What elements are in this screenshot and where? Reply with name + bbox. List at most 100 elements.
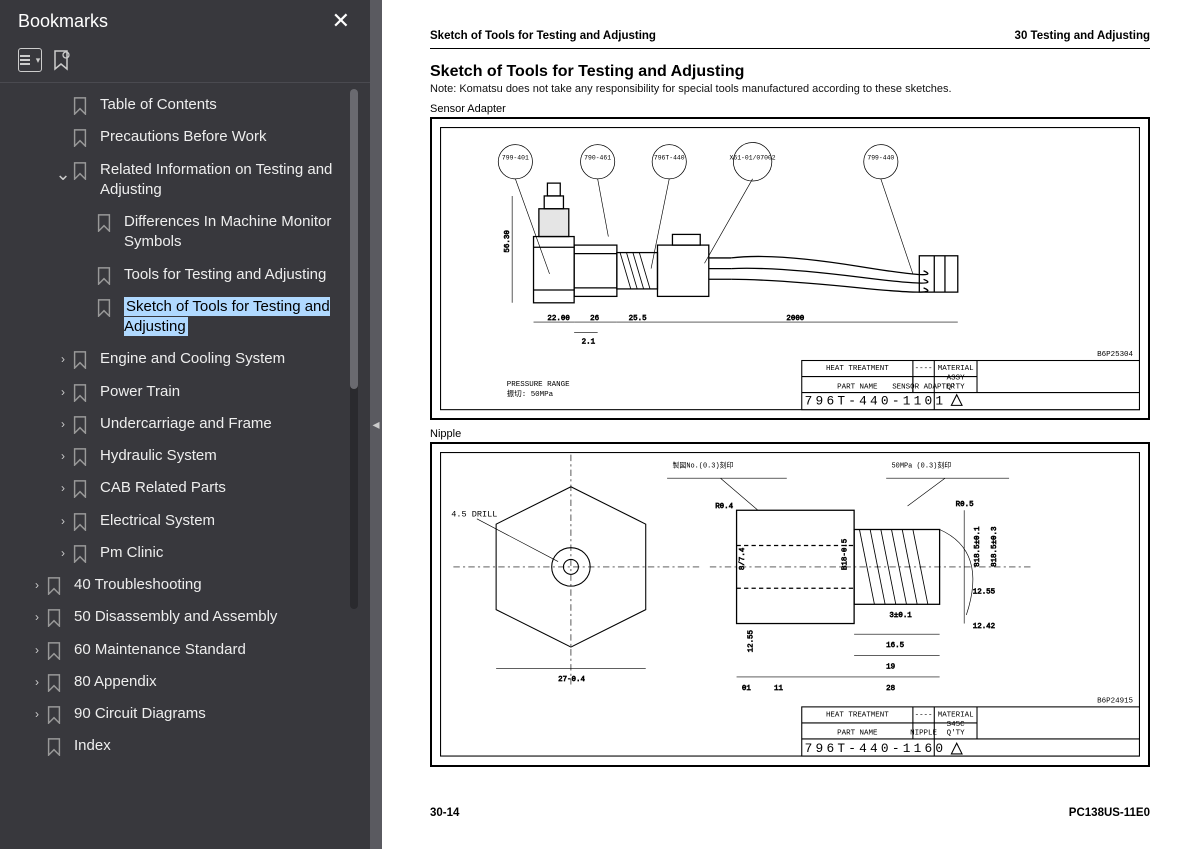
svg-text:818.5±0.1: 818.5±0.1 [974,526,982,567]
bookmark-icon [96,214,114,232]
scrollbar-thumb[interactable] [350,89,358,389]
bookmark-item[interactable]: Sketch of Tools for Testing and Adjustin… [0,291,370,344]
svg-text:19: 19 [886,664,895,672]
svg-text:16.5: 16.5 [886,642,904,650]
svg-text:27-0.4: 27-0.4 [558,676,585,684]
svg-text:796T-440-1160: 796T-440-1160 [805,741,947,756]
bookmark-icon [72,384,90,402]
expand-icon[interactable]: › [54,351,72,367]
expand-icon[interactable]: › [28,642,46,658]
bookmark-label: 60 Maintenance Standard [74,640,362,660]
svg-text:799-440: 799-440 [867,155,894,162]
options-button[interactable]: ▾ [18,48,42,72]
expand-icon[interactable]: › [54,416,72,432]
bookmark-item[interactable]: ›Engine and Cooling System [0,343,370,375]
svg-text:4.5 DRILL: 4.5 DRILL [451,510,497,520]
expand-icon[interactable]: › [28,674,46,690]
bookmark-icon [72,162,90,180]
expand-icon[interactable]: › [28,577,46,593]
bookmark-label: Electrical System [100,511,362,531]
svg-text:ASSY: ASSY [947,375,965,383]
bookmark-item[interactable]: ⌄ Related Information on Testing and Adju… [0,154,370,207]
bookmark-icon [72,545,90,563]
expand-icon[interactable]: › [54,480,72,496]
expand-icon[interactable]: › [28,609,46,625]
bookmark-item[interactable]: Tools for Testing and Adjusting [0,259,370,291]
bookmark-icon [46,609,64,627]
bookmark-label: 40 Troubleshooting [74,575,362,595]
expand-icon[interactable]: › [28,706,46,722]
bookmark-item[interactable]: › Electrical System [0,505,370,537]
bookmark-item[interactable]: ›Hydraulic System [0,440,370,472]
collapse-icon[interactable]: ⌄ [54,162,72,186]
bookmark-label: Tools for Testing and Adjusting [124,265,362,285]
bookmark-label: Related Information on Testing and Adjus… [100,160,362,201]
bookmark-label: Precautions Before Work [100,127,362,147]
bookmark-icon [46,642,64,660]
svg-text:796T-440: 796T-440 [654,155,685,162]
bookmark-item[interactable]: › CAB Related Parts [0,472,370,504]
bookmark-label: Differences In Machine Monitor Symbols [124,212,362,253]
svg-text:26: 26 [590,315,599,323]
page-title: Sketch of Tools for Testing and Adjustin… [430,63,1150,81]
svg-text:56.30: 56.30 [504,230,512,253]
svg-text:818.5±0.3: 818.5±0.3 [991,526,999,567]
bookmark-tree[interactable]: Table of Contents Precautions Before Work… [0,83,370,849]
svg-text:X61-01/07002: X61-01/07002 [730,155,776,162]
svg-text:790-461: 790-461 [584,155,611,162]
expand-icon[interactable]: › [54,545,72,561]
bookmark-label: 50 Disassembly and Assembly [74,607,362,627]
bookmark-icon [96,267,114,285]
find-bookmark-button[interactable] [50,49,72,71]
svg-text:----: ---- [915,712,933,720]
svg-text:PART NAME: PART NAME [837,383,878,391]
bookmark-label: 80 Appendix [74,672,362,692]
svg-text:799-401: 799-401 [502,155,529,162]
bookmark-label: CAB Related Parts [100,478,362,498]
svg-text:R0.5: R0.5 [956,501,974,509]
svg-text:HEAT TREATMENT: HEAT TREATMENT [826,712,889,720]
page-footer: 30-14 PC138US-11E0 [430,807,1150,819]
svg-text:MATERIAL: MATERIAL [938,712,974,720]
svg-text:振切: 50MPa: 振切: 50MPa [507,388,554,399]
bookmark-item[interactable]: ›Undercarriage and Frame [0,408,370,440]
expand-icon[interactable]: › [54,384,72,400]
collapse-handle-icon[interactable]: ◂ [371,405,381,445]
footer-right: PC138US-11E0 [1069,807,1150,819]
drawing-nipple: 4.5 DRILL 27-0.4 製図No.(0.3)刻印 50MPa (0.3… [430,442,1150,767]
bookmark-item[interactable]: › 60 Maintenance Standard [0,634,370,666]
svg-text:22.00: 22.00 [547,315,570,323]
bookmark-item[interactable]: Precautions Before Work [0,121,370,153]
svg-text:PART NAME: PART NAME [837,730,878,738]
document-page: Sketch of Tools for Testing and Adjustin… [382,0,1200,849]
bookmark-item[interactable]: Table of Contents [0,89,370,121]
bookmark-item[interactable]: ›Pm Clinic [0,537,370,569]
svg-text:HEAT TREATMENT: HEAT TREATMENT [826,365,889,373]
bookmark-item[interactable]: › 50 Disassembly and Assembly [0,601,370,633]
bookmark-item[interactable]: ›Power Train [0,376,370,408]
expand-icon[interactable]: › [54,513,72,529]
section-nipple: Nipple [430,428,1150,440]
svg-text:12.55: 12.55 [748,630,756,653]
bookmark-icon [72,480,90,498]
bookmark-item[interactable]: Index [0,730,370,762]
panel-divider[interactable]: ◂ [370,0,382,849]
expand-icon[interactable]: › [54,448,72,464]
bookmark-item[interactable]: › 80 Appendix [0,666,370,698]
footer-left: 30-14 [430,807,459,819]
bookmarks-header: Bookmarks ✕ [0,0,370,42]
header-left: Sketch of Tools for Testing and Adjustin… [430,30,656,42]
bookmarks-panel: Bookmarks ✕ ▾ Table of Contents Precautio… [0,0,370,849]
svg-text:28: 28 [886,685,895,693]
svg-text:3±0.1: 3±0.1 [889,612,912,620]
svg-text:2000: 2000 [786,315,804,323]
bookmark-item[interactable]: ›90 Circuit Diagrams [0,698,370,730]
svg-text:B6P25304: B6P25304 [1097,351,1133,359]
page-note: Note: Komatsu does not take any responsi… [430,83,1150,95]
bookmark-item[interactable]: Differences In Machine Monitor Symbols [0,206,370,259]
svg-text:8/7.4: 8/7.4 [739,547,747,570]
svg-text:12.55: 12.55 [973,589,996,597]
bookmark-item[interactable]: › 40 Troubleshooting [0,569,370,601]
close-panel-button[interactable]: ✕ [328,8,354,34]
bookmark-label: Table of Contents [100,95,362,115]
